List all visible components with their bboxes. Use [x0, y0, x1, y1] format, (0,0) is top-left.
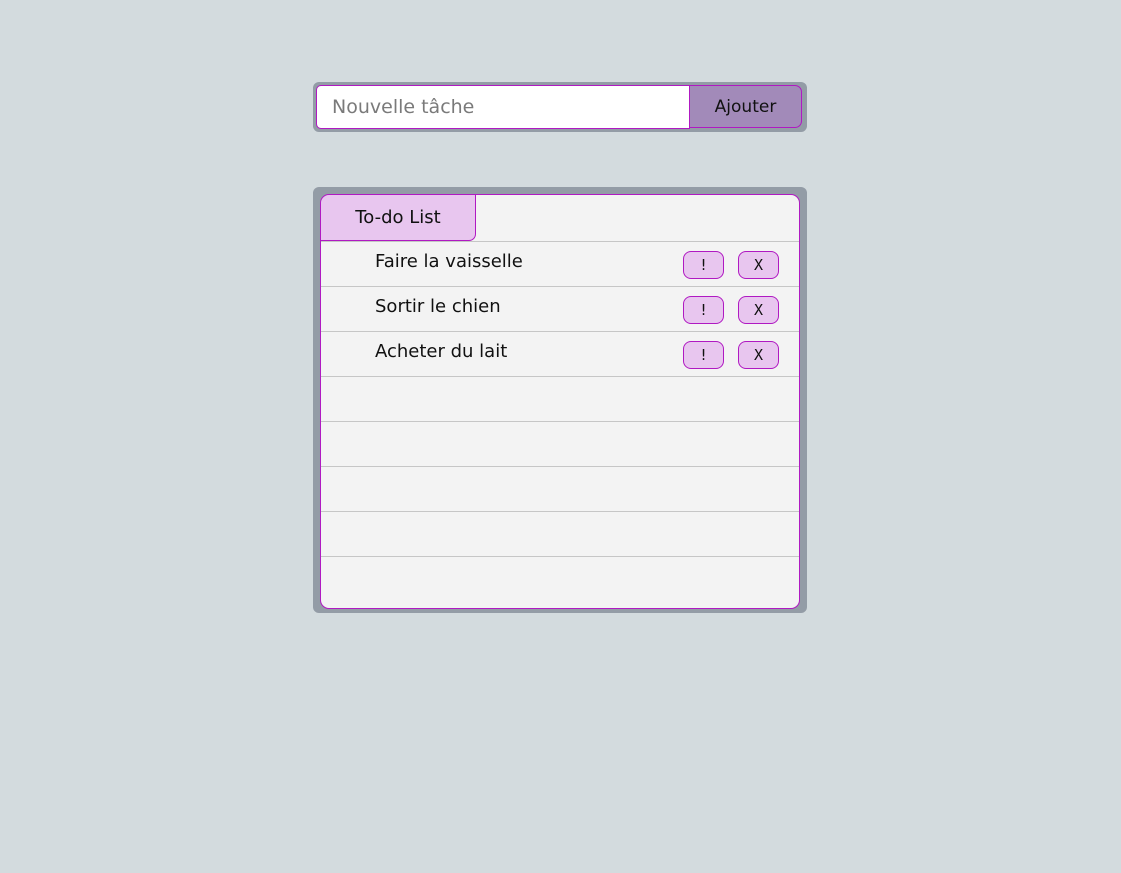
empty-row: [321, 421, 799, 466]
delete-task-button[interactable]: X: [738, 296, 779, 324]
todo-list-tab: To-do List: [321, 195, 476, 241]
mark-important-button[interactable]: !: [683, 341, 724, 369]
new-task-input[interactable]: [316, 85, 690, 129]
todo-list-panel: To-do List Faire la vaisselle ! X Sortir…: [320, 194, 800, 609]
delete-task-button[interactable]: X: [738, 251, 779, 279]
add-task-button[interactable]: Ajouter: [689, 85, 802, 128]
empty-row: [321, 466, 799, 511]
task-label: Sortir le chien: [375, 296, 501, 317]
task-row: Acheter du lait ! X: [321, 331, 799, 376]
empty-row: [321, 511, 799, 556]
task-row: Sortir le chien ! X: [321, 286, 799, 331]
todo-list-frame: To-do List Faire la vaisselle ! X Sortir…: [313, 187, 807, 613]
delete-task-button[interactable]: X: [738, 341, 779, 369]
mark-important-button[interactable]: !: [683, 296, 724, 324]
task-label: Acheter du lait: [375, 341, 508, 362]
todo-list-rows: Faire la vaisselle ! X Sortir le chien !…: [321, 241, 799, 601]
add-task-bar: Ajouter: [313, 82, 807, 132]
task-label: Faire la vaisselle: [375, 251, 523, 272]
mark-important-button[interactable]: !: [683, 251, 724, 279]
empty-row: [321, 556, 799, 601]
task-row: Faire la vaisselle ! X: [321, 241, 799, 286]
empty-row: [321, 376, 799, 421]
